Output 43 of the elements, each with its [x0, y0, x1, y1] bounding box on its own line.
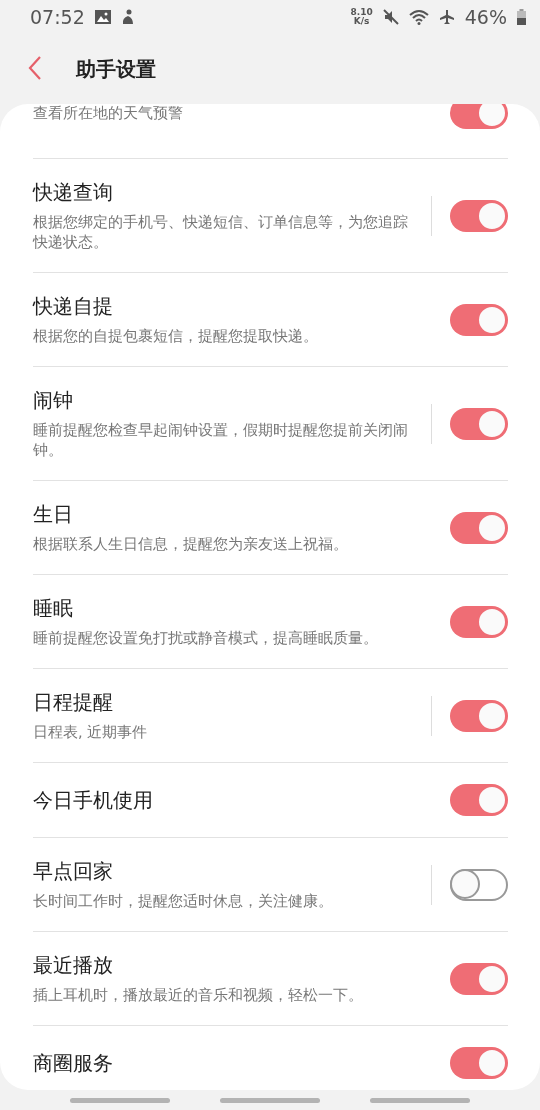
- image-icon: [94, 10, 111, 24]
- setting-description: 查看所在地的天气预警: [33, 104, 184, 123]
- setting-title: 今日手机使用: [33, 786, 154, 814]
- network-speed: 8.10 K/s: [350, 8, 373, 26]
- toggle-switch[interactable]: [450, 868, 508, 901]
- nav-home-key[interactable]: [220, 1097, 320, 1103]
- page-title: 助手设置: [76, 55, 156, 83]
- airplane-icon: [438, 9, 455, 25]
- wifi-icon: [408, 9, 429, 25]
- setting-description: 睡前提醒您设置免打扰或静音模式，提高睡眠质量。: [33, 629, 379, 648]
- figure-icon: [120, 9, 135, 25]
- setting-description: 日程表, 近期事件: [33, 723, 149, 742]
- setting-title: 睡眠: [33, 595, 74, 622]
- status-time: 07:52: [30, 6, 85, 28]
- setting-description: 插上耳机时，播放最近的音乐和视频，轻松一下。: [33, 986, 364, 1005]
- toggle-switch[interactable]: [450, 199, 508, 232]
- setting-description: 睡前提醒您检查早起闹钟设置，假期时提醒您提前关闭闹钟。: [33, 421, 409, 460]
- nav-recent-key[interactable]: [70, 1097, 170, 1103]
- setting-title: 快递查询: [33, 179, 114, 206]
- toggle-switch[interactable]: [450, 104, 508, 129]
- setting-title: 商圈服务: [33, 1049, 114, 1077]
- setting-title: 最近播放: [33, 952, 114, 979]
- setting-title: 快递自提: [33, 293, 114, 320]
- setting-description: 根据联系人生日信息，提醒您为亲友送上祝福。: [33, 535, 349, 554]
- setting-description: 根据您的自提包裹短信，提醒您提取快递。: [33, 327, 319, 346]
- setting-title: 闹钟: [33, 387, 74, 414]
- mute-icon: [382, 9, 399, 25]
- toggle-switch[interactable]: [450, 962, 508, 995]
- toggle-switch[interactable]: [450, 303, 508, 336]
- setting-title: 日程提醒: [33, 689, 114, 716]
- nav-back-key[interactable]: [370, 1097, 470, 1103]
- battery-icon: [517, 9, 526, 25]
- battery-percent: 46%: [464, 6, 507, 28]
- toggle-switch[interactable]: [450, 699, 508, 732]
- setting-title: 生日: [33, 501, 74, 528]
- setting-description: 长时间工作时，提醒您适时休息，关注健康。: [33, 892, 334, 911]
- toggle-switch[interactable]: [450, 407, 508, 440]
- toggle-switch[interactable]: [450, 605, 508, 638]
- toggle-switch[interactable]: [450, 511, 508, 544]
- setting-title: 早点回家: [33, 858, 114, 885]
- toggle-switch[interactable]: [450, 1047, 508, 1079]
- setting-description: 根据您绑定的手机号、快递短信、订单信息等，为您追踪快递状态。: [33, 213, 409, 252]
- toggle-switch[interactable]: [450, 784, 508, 816]
